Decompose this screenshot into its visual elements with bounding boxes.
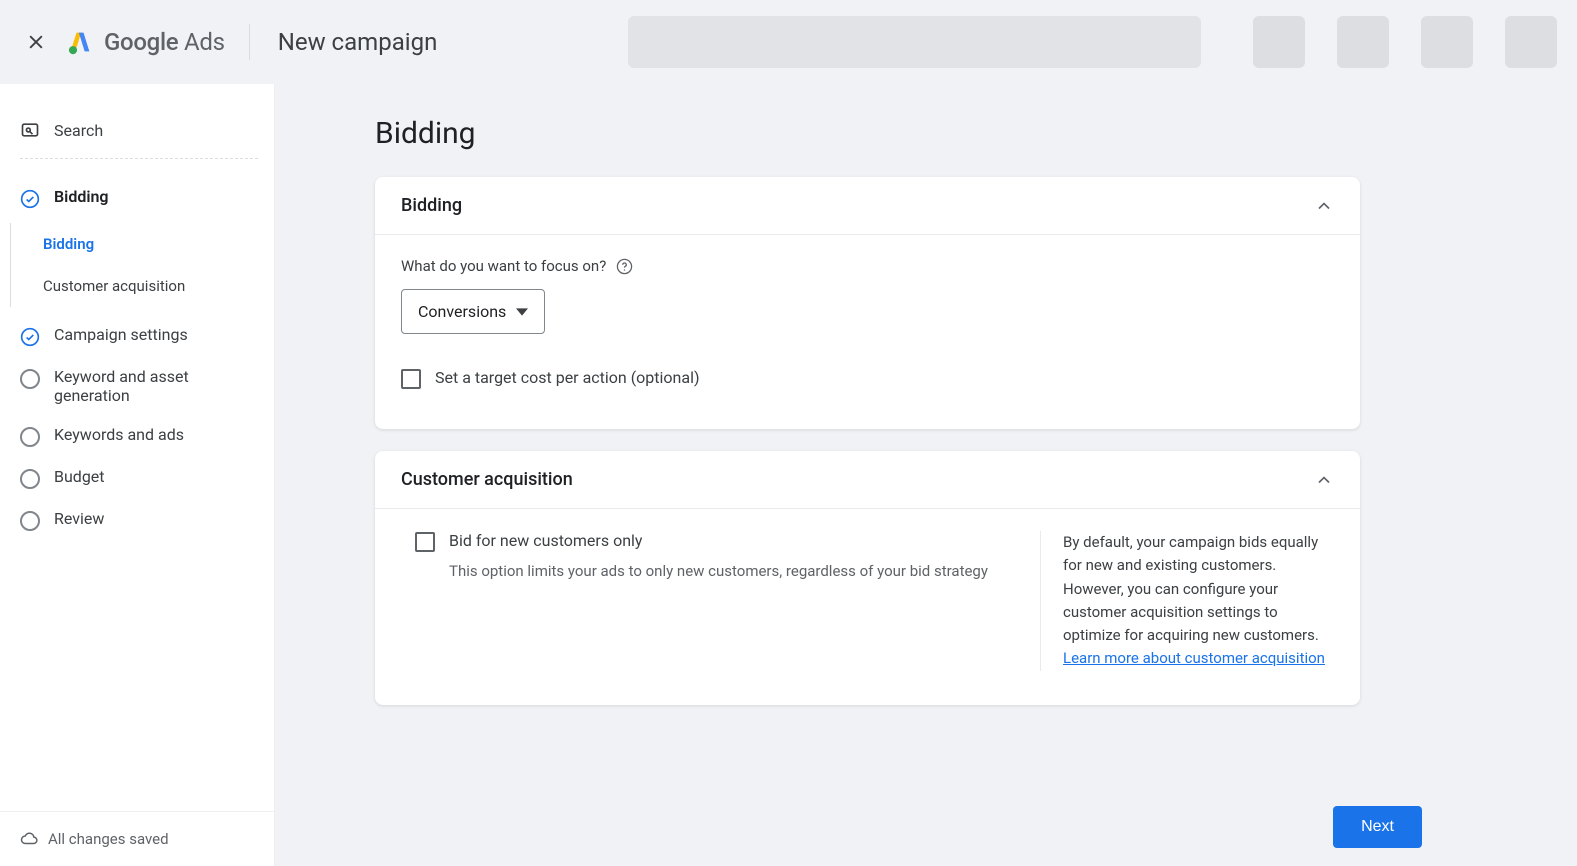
header-search-placeholder[interactable] [628, 16, 1201, 68]
search-campaign-icon [20, 120, 40, 140]
sidebar-divider [20, 158, 258, 159]
sidebar-step-bidding[interactable]: Bidding [20, 177, 258, 219]
sidebar-step-label: Budget [54, 467, 105, 486]
sidebar-substep-customer-acquisition[interactable]: Customer acquisition [43, 265, 274, 307]
focus-select-value: Conversions [418, 302, 506, 321]
learn-more-link[interactable]: Learn more about customer acquisition [1063, 649, 1325, 667]
focus-select[interactable]: Conversions [401, 289, 545, 334]
bidding-card-title: Bidding [401, 195, 462, 216]
chevron-up-icon [1314, 196, 1334, 216]
sidebar-step-label: Review [54, 509, 104, 528]
new-customers-checkbox[interactable] [415, 532, 435, 552]
sidebar-step-label: Bidding [54, 187, 109, 206]
main-heading: Bidding [375, 116, 1517, 151]
target-cpa-label: Set a target cost per action (optional) [435, 368, 700, 387]
page-title: New campaign [278, 28, 438, 56]
circle-outline-icon [20, 511, 40, 531]
circle-outline-icon [20, 369, 40, 389]
sidebar-step-keywords-and-ads[interactable]: Keywords and ads [20, 415, 258, 457]
sidebar: Search Bidding Bidding Customer acquisit… [0, 84, 275, 866]
product-name: Google Ads [104, 28, 225, 56]
help-icon[interactable] [616, 258, 633, 275]
checkmark-circle-icon [20, 327, 40, 347]
main-content: Bidding Bidding What do you want to focu… [275, 84, 1577, 866]
customer-acquisition-card-header[interactable]: Customer acquisition [375, 451, 1360, 509]
sidebar-step-review[interactable]: Review [20, 499, 258, 541]
product-logo: Google Ads [66, 28, 225, 56]
header-action-placeholder-2[interactable] [1337, 16, 1389, 68]
sidebar-step-label: Campaign settings [54, 325, 188, 344]
sidebar-campaign-type[interactable]: Search [20, 114, 258, 158]
sidebar-step-label: Keywords and ads [54, 425, 184, 444]
new-customers-label: Bid for new customers only [449, 531, 642, 550]
save-status: All changes saved [0, 811, 274, 866]
header-divider [249, 24, 250, 60]
header-action-placeholder-3[interactable] [1421, 16, 1473, 68]
sidebar-step-budget[interactable]: Budget [20, 457, 258, 499]
sidebar-campaign-type-label: Search [54, 121, 103, 140]
cloud-icon [20, 830, 38, 848]
google-ads-logo-icon [66, 28, 94, 56]
header-bar: Google Ads New campaign [0, 0, 1577, 84]
close-icon [26, 32, 46, 52]
chevron-up-icon [1314, 470, 1334, 490]
save-status-label: All changes saved [48, 830, 169, 848]
new-customers-hint: This option limits your ads to only new … [415, 562, 1014, 580]
target-cpa-checkbox[interactable] [401, 369, 421, 389]
header-action-placeholder-1[interactable] [1253, 16, 1305, 68]
circle-outline-icon [20, 427, 40, 447]
customer-acquisition-card: Customer acquisition Bid for new custome… [375, 451, 1360, 705]
customer-acquisition-card-title: Customer acquisition [401, 469, 573, 490]
header-action-placeholder-4[interactable] [1505, 16, 1557, 68]
customer-acquisition-info: By default, your campaign bids equally f… [1040, 531, 1360, 671]
checkmark-circle-icon [20, 189, 40, 209]
dropdown-arrow-icon [516, 306, 528, 318]
focus-field-label: What do you want to focus on? [401, 257, 1334, 275]
sidebar-substep-bidding[interactable]: Bidding [43, 223, 274, 265]
circle-outline-icon [20, 469, 40, 489]
bidding-card: Bidding What do you want to focus on? Co… [375, 177, 1360, 429]
bidding-card-header[interactable]: Bidding [375, 177, 1360, 235]
sidebar-step-label: Keyword and asset generation [54, 367, 258, 405]
next-button[interactable]: Next [1333, 806, 1422, 848]
sidebar-step-campaign-settings[interactable]: Campaign settings [20, 315, 258, 357]
sidebar-step-keyword-asset-generation[interactable]: Keyword and asset generation [20, 357, 258, 415]
close-button[interactable] [24, 30, 48, 54]
